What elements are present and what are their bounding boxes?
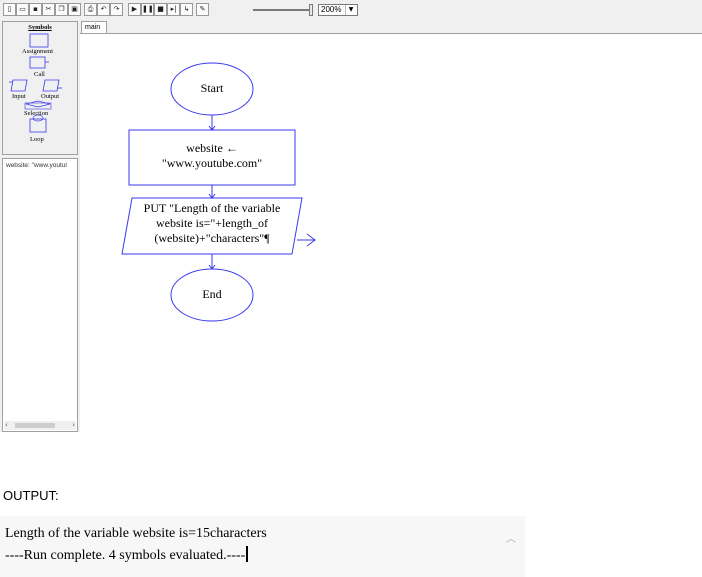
- console-line: Length of the variable website is=15char…: [5, 526, 267, 541]
- loop-label: Loop: [30, 136, 44, 143]
- input-label: Input: [12, 93, 26, 100]
- console-status-text: ----Run complete. 4 symbols evaluated.--…: [5, 548, 246, 563]
- run-icon[interactable]: ▶: [128, 3, 141, 16]
- output-symbol-icon[interactable]: [42, 79, 60, 92]
- open-folder-icon[interactable]: ▭: [16, 3, 29, 16]
- output-heading: OUTPUT:: [3, 488, 59, 503]
- stop-icon[interactable]: ■: [154, 3, 167, 16]
- variables-panel: website: "www.youtul ‹ ›: [2, 158, 78, 432]
- variable-item[interactable]: website: "www.youtul: [6, 162, 78, 169]
- scroll-left-icon[interactable]: ‹: [5, 421, 8, 430]
- pen-icon[interactable]: ✎: [196, 3, 209, 16]
- save-icon[interactable]: ▪: [29, 3, 42, 16]
- assignment-line1: website ←: [186, 141, 238, 155]
- cut-icon[interactable]: ✂: [42, 3, 55, 16]
- undo-icon[interactable]: ↶: [97, 3, 110, 16]
- print-icon[interactable]: ⎙: [84, 3, 97, 16]
- paste-icon[interactable]: ▣: [68, 3, 81, 16]
- new-file-icon[interactable]: ▯: [3, 3, 16, 16]
- assignment-line2: "www.youtube.com": [161, 156, 263, 170]
- scrollbar-thumb[interactable]: [15, 423, 55, 428]
- text-cursor: [246, 546, 249, 562]
- output-line1: PUT "Length of the variable: [143, 201, 281, 215]
- flowchart-canvas: Start website ← "www.youtube.com" PUT "L…: [80, 33, 702, 432]
- output-line2: website is="+length_of: [155, 216, 269, 230]
- console-line-status: ----Run complete. 4 symbols evaluated.--…: [5, 546, 249, 564]
- output-line3: (website)+"characters"¶: [154, 231, 270, 245]
- step-icon[interactable]: ▸|: [167, 3, 180, 16]
- zoom-slider[interactable]: [253, 9, 309, 11]
- raptor-window: ▯ ▭ ▪ ✂ ❐ ▣ ⎙ ↶ ↷ ▶ ❚❚ ■ ▸| ↳ ✎ 200% ▼ Symbols Assignm…: [0, 0, 702, 432]
- zoom-slider-thumb[interactable]: [309, 4, 313, 16]
- tab-main[interactable]: main: [81, 21, 107, 33]
- end-label: End: [202, 287, 222, 301]
- start-label: Start: [200, 81, 224, 95]
- chevron-down-icon[interactable]: ▼: [345, 5, 356, 15]
- zoom-select[interactable]: 200% ▼: [318, 4, 358, 16]
- selection-symbol-icon[interactable]: [25, 100, 51, 108]
- call-label: Call: [34, 71, 45, 78]
- selection-label: Selection: [24, 110, 49, 117]
- assignment-label: Assignment: [22, 48, 54, 55]
- copy-icon[interactable]: ❐: [55, 3, 68, 16]
- call-symbol-icon[interactable]: [29, 56, 46, 69]
- redo-icon[interactable]: ↷: [110, 3, 123, 16]
- input-symbol-icon[interactable]: [10, 79, 28, 92]
- horizontal-scrollbar[interactable]: ‹ ›: [4, 421, 76, 430]
- symbols-panel: Symbols Assignment Call Input Output Sel…: [2, 21, 78, 155]
- chevron-up-icon[interactable]: ︿: [506, 530, 516, 545]
- scroll-right-icon[interactable]: ›: [72, 421, 75, 430]
- assignment-symbol-icon[interactable]: [29, 33, 49, 48]
- console-output: Length of the variable website is=15char…: [0, 516, 525, 577]
- pause-icon[interactable]: ❚❚: [141, 3, 154, 16]
- output-label: Output: [41, 93, 60, 100]
- zoom-value: 200%: [321, 5, 342, 14]
- step-into-icon[interactable]: ↳: [180, 3, 193, 16]
- symbols-shapes: [9, 33, 62, 133]
